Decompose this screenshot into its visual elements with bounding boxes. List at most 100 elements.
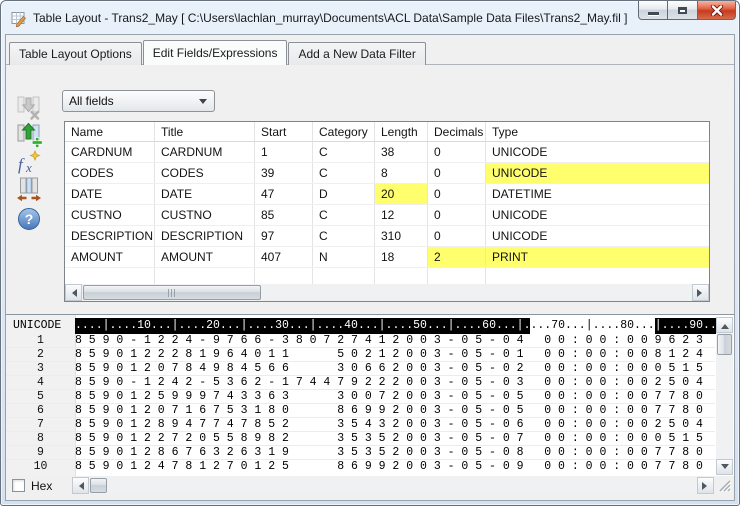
hscroll-thumb[interactable] (83, 285, 261, 300)
cell-title[interactable]: DATE (155, 184, 255, 204)
cell-title[interactable]: CODES (155, 163, 255, 183)
cell-title[interactable]: CARDNUM (155, 142, 255, 162)
cell-name[interactable]: DESCRIPTION (65, 226, 155, 246)
column-header-title[interactable]: Title (155, 122, 255, 142)
cell-type[interactable]: UNICODE (486, 205, 709, 225)
cell-name[interactable]: DATE (65, 184, 155, 204)
field-filter-combobox[interactable]: All fields (62, 90, 215, 112)
table-row[interactable]: DATE DATE 47 D 20 0 DATETIME (65, 184, 709, 205)
cell-start[interactable]: 39 (255, 163, 313, 183)
tab-edit-fields-expressions[interactable]: Edit Fields/Expressions (143, 40, 288, 65)
preview-row[interactable]: 78590128947747852 35432003-05-06 00:00:0… (6, 418, 715, 432)
row-number: 9 (6, 446, 75, 459)
cell-name[interactable]: AMOUNT (65, 247, 155, 267)
scroll-left-button[interactable] (65, 284, 82, 301)
column-header-length[interactable]: Length (375, 122, 428, 142)
column-header-category[interactable]: Category (313, 122, 375, 142)
tab-table-layout-options[interactable]: Table Layout Options (9, 42, 142, 65)
preview-row[interactable]: 108590124781270125 86992003-05-09 00:00:… (6, 460, 715, 473)
cell-length[interactable]: 18 (375, 247, 428, 267)
column-header-decimals[interactable]: Decimals (428, 122, 486, 142)
shift-field-button[interactable] (14, 176, 44, 203)
vscroll-thumb[interactable] (717, 334, 732, 355)
preview-row[interactable]: 38590120784984566 30662003-05-02 00:00:0… (6, 362, 715, 376)
cell-length[interactable]: 8 (375, 163, 428, 183)
help-button[interactable]: ? (14, 205, 44, 232)
cell-title[interactable]: AMOUNT (155, 247, 255, 267)
scroll-left-button[interactable] (72, 477, 89, 494)
cell-type[interactable]: UNICODE (486, 142, 709, 162)
column-header-type[interactable]: Type (486, 122, 709, 142)
scroll-right-button[interactable] (697, 477, 714, 494)
preview-row[interactable]: 28590122281964011 50212003-05-01 00:00:0… (6, 348, 715, 362)
cell-category[interactable]: D (313, 184, 375, 204)
scroll-down-button[interactable] (716, 459, 733, 475)
scroll-up-button[interactable] (716, 317, 733, 333)
cell-length[interactable]: 12 (375, 205, 428, 225)
cell-decimals[interactable]: 0 (428, 184, 486, 204)
restore-button[interactable] (668, 1, 698, 20)
tab-add-new-data-filter[interactable]: Add a New Data Filter (288, 42, 425, 65)
cell-decimals[interactable]: 0 (428, 226, 486, 246)
cell-start[interactable]: 97 (255, 226, 313, 246)
delete-field-icon (16, 95, 42, 121)
table-row[interactable]: CARDNUM CARDNUM 1 C 38 0 UNICODE (65, 142, 709, 163)
table-row[interactable]: CUSTNO CUSTNO 85 C 12 0 UNICODE (65, 205, 709, 226)
preview-row[interactable]: 98590128676326319 35352003-05-08 00:00:0… (6, 446, 715, 460)
cell-decimals[interactable]: 2 (428, 247, 486, 267)
cell-name[interactable]: CUSTNO (65, 205, 155, 225)
title-bar[interactable]: Table Layout - Trans2_May [ C:\Users\lac… (1, 1, 739, 34)
resize-grip-icon[interactable] (718, 479, 732, 498)
column-header-name[interactable]: Name (65, 122, 155, 142)
cell-start[interactable]: 407 (255, 247, 313, 267)
cell-length[interactable]: 20 (375, 184, 428, 204)
cell-type[interactable]: UNICODE (486, 163, 709, 183)
cell-category[interactable]: C (313, 163, 375, 183)
preview-vscrollbar[interactable] (716, 317, 733, 475)
hscroll-thumb[interactable] (90, 478, 107, 493)
cell-title[interactable]: DESCRIPTION (155, 226, 255, 246)
cell-type[interactable]: PRINT (486, 247, 709, 267)
edit-expression-button[interactable]: f x (14, 149, 44, 176)
fields-table-hscrollbar[interactable] (65, 284, 709, 301)
cell-name[interactable]: CODES (65, 163, 155, 183)
cell-category[interactable]: N (313, 247, 375, 267)
cell-start[interactable]: 1 (255, 142, 313, 162)
preview-hscrollbar[interactable] (72, 477, 714, 494)
ruler-segment-undefined: ...70...|....80... (530, 318, 654, 334)
cell-type[interactable]: DATETIME (486, 184, 709, 204)
table-row[interactable]: CODES CODES 39 C 8 0 UNICODE (65, 163, 709, 184)
table-row[interactable]: DESCRIPTION DESCRIPTION 97 C 310 0 UNICO… (65, 226, 709, 247)
cell-length[interactable]: 310 (375, 226, 428, 246)
table-row[interactable]: AMOUNT AMOUNT 407 N 18 2 PRINT (65, 247, 709, 268)
cell-category[interactable]: C (313, 205, 375, 225)
svg-text:x: x (25, 160, 32, 175)
preview-row[interactable]: 48590-1242-5362-174479222003-05-03 00:00… (6, 376, 715, 390)
svg-text:f: f (18, 155, 25, 174)
delete-field-button[interactable] (14, 94, 44, 121)
cell-type[interactable]: UNICODE (486, 226, 709, 246)
cell-decimals[interactable]: 0 (428, 163, 486, 183)
column-header-start[interactable]: Start (255, 122, 313, 142)
expression-fx-icon: f x (16, 150, 42, 176)
cell-title[interactable]: CUSTNO (155, 205, 255, 225)
minimize-button[interactable] (638, 1, 668, 20)
cell-decimals[interactable]: 0 (428, 205, 486, 225)
hex-checkbox[interactable] (12, 479, 25, 492)
preview-row[interactable]: 88590122720558982 35352003-05-07 00:00:0… (6, 432, 715, 446)
cell-category[interactable]: C (313, 142, 375, 162)
cell-length[interactable]: 38 (375, 142, 428, 162)
scroll-right-button[interactable] (692, 284, 709, 301)
preview-row[interactable]: 68590120716753180 86992003-05-05 00:00:0… (6, 404, 715, 418)
preview-row[interactable]: 18590-1224-9766-380727412003-05-04 00:00… (6, 334, 715, 348)
close-button[interactable] (698, 1, 736, 20)
fields-table-header: Name Title Start Category Length Decimal… (65, 122, 709, 142)
cell-decimals[interactable]: 0 (428, 142, 486, 162)
cell-category[interactable]: C (313, 226, 375, 246)
cell-name[interactable]: CARDNUM (65, 142, 155, 162)
thumb-grip-icon (168, 289, 177, 297)
preview-row[interactable]: 58590125999743363 30072003-05-05 00:00:0… (6, 390, 715, 404)
add-field-button[interactable] (14, 121, 44, 148)
cell-start[interactable]: 47 (255, 184, 313, 204)
cell-start[interactable]: 85 (255, 205, 313, 225)
